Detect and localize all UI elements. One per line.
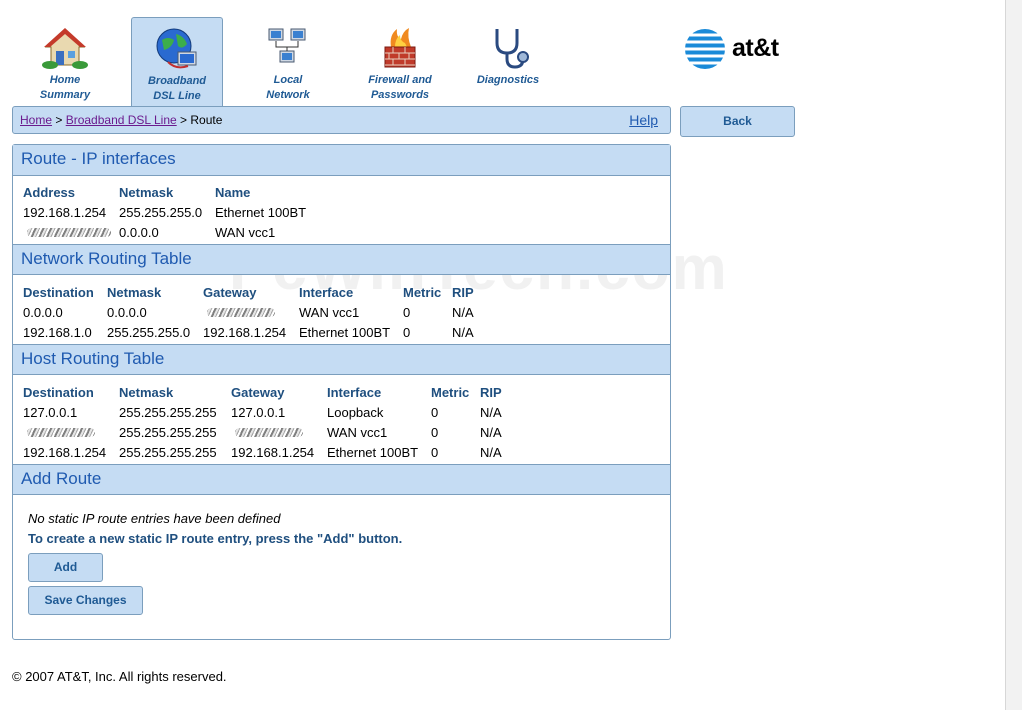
help-link[interactable]: Help: [629, 112, 658, 128]
column-header: Metric: [403, 285, 442, 300]
tab-label-line1: Diagnostics: [476, 74, 540, 86]
house-icon: [42, 28, 88, 69]
column-header: Netmask: [119, 385, 174, 400]
tab-label-line2: Passwords: [370, 89, 430, 101]
interface-cell: Ethernet 100BT: [299, 325, 391, 340]
rip-cell: N/A: [480, 405, 502, 420]
netmask-cell: 255.255.255.255: [119, 445, 217, 460]
column-header: Address: [23, 185, 76, 200]
gateway-cell: 192.168.1.254: [203, 325, 287, 340]
column-header: RIP: [452, 285, 474, 300]
interface-cell: Loopback: [327, 405, 384, 420]
name-cell: Ethernet 100BT: [215, 205, 307, 220]
no-entries-message: No static IP route entries have been def…: [28, 511, 281, 526]
section-title-network-routing: Network Routing Table: [13, 244, 670, 275]
breadcrumb-broadband-link[interactable]: Broadband DSL Line: [66, 113, 177, 127]
interface-cell: WAN vcc1: [299, 305, 360, 320]
network-computers-icon: [268, 28, 306, 63]
interface-cell: Ethernet 100BT: [327, 445, 419, 460]
breadcrumb: Home > Broadband DSL Line > Route Help: [12, 106, 671, 134]
column-header: Destination: [23, 285, 94, 300]
copyright-footer: © 2007 AT&T, Inc. All rights reserved.: [12, 669, 227, 684]
tab-local-network[interactable]: Local Network: [243, 17, 333, 107]
column-header: Gateway: [203, 285, 257, 300]
redacted-gateway: [235, 425, 303, 440]
section-title-host-routing: Host Routing Table: [13, 344, 670, 375]
tab-home-summary[interactable]: Home Summary: [20, 17, 110, 107]
rip-cell: N/A: [480, 445, 502, 460]
tab-label-line1: Local: [273, 74, 303, 86]
netmask-cell: 255.255.255.0: [107, 325, 191, 340]
rip-cell: N/A: [452, 305, 474, 320]
tab-label-line2: Summary: [39, 89, 91, 101]
netmask-cell: 0.0.0.0: [119, 225, 159, 240]
destination-cell: 127.0.0.1: [23, 405, 78, 420]
netmask-cell: 255.255.255.255: [119, 425, 217, 440]
att-logo: at&t: [684, 28, 794, 72]
stethoscope-icon: [495, 29, 529, 69]
column-header: Netmask: [119, 185, 174, 200]
firewall-icon: [384, 28, 416, 68]
redacted-destination: [27, 425, 95, 440]
metric-cell: 0: [403, 305, 411, 320]
route-panel: PcWinTech.com Route - IP interfaces Addr…: [12, 144, 727, 640]
gateway-cell: 127.0.0.1: [231, 405, 286, 420]
tab-label-line1: Home: [49, 74, 81, 86]
netmask-cell: 255.255.255.255: [119, 405, 217, 420]
add-button[interactable]: Add: [28, 553, 103, 582]
destination-cell: 192.168.1.254: [23, 445, 107, 460]
att-logo-text: at&t: [732, 34, 779, 62]
vertical-scrollbar[interactable]: [1005, 0, 1022, 710]
add-instruction-text: To create a new static IP route entry, p…: [28, 531, 403, 546]
column-header: RIP: [480, 385, 502, 400]
column-header: Destination: [23, 385, 94, 400]
metric-cell: 0: [431, 425, 439, 440]
globe-computer-icon: [156, 28, 197, 69]
metric-cell: 0: [431, 445, 439, 460]
interface-cell: WAN vcc1: [327, 425, 388, 440]
column-header: Interface: [327, 385, 382, 400]
redacted-address: [27, 225, 111, 240]
column-header: Metric: [431, 385, 470, 400]
back-button[interactable]: Back: [680, 106, 795, 137]
column-header: Gateway: [231, 385, 285, 400]
name-cell: WAN vcc1: [215, 225, 276, 240]
rip-cell: N/A: [480, 425, 502, 440]
tab-label-line2: DSL Line: [153, 90, 201, 102]
column-header: Name: [215, 185, 251, 200]
tab-firewall-passwords[interactable]: Firewall and Passwords: [348, 17, 452, 107]
tab-label-line1: Firewall and: [368, 74, 432, 86]
metric-cell: 0: [403, 325, 411, 340]
netmask-cell: 255.255.255.0: [119, 205, 203, 220]
tab-label-line2: Network: [266, 89, 310, 101]
netmask-cell: 0.0.0.0: [107, 305, 147, 320]
att-globe-icon: [685, 29, 725, 69]
redacted-gateway: [207, 305, 275, 320]
tab-broadband-dsl-line[interactable]: Broadband DSL Line: [131, 17, 223, 107]
save-changes-button[interactable]: Save Changes: [28, 586, 143, 615]
address-cell: 192.168.1.254: [23, 205, 107, 220]
section-title-add-route: Add Route: [13, 464, 670, 495]
destination-cell: 0.0.0.0: [23, 305, 63, 320]
metric-cell: 0: [431, 405, 439, 420]
tab-diagnostics[interactable]: Diagnostics: [463, 17, 553, 107]
breadcrumb-separator: >: [52, 113, 66, 127]
gateway-cell: 192.168.1.254: [231, 445, 315, 460]
column-header: Netmask: [107, 285, 162, 300]
breadcrumb-separator: >: [176, 113, 191, 127]
rip-cell: N/A: [452, 325, 474, 340]
section-title-ip-interfaces: Route - IP interfaces: [13, 145, 670, 176]
breadcrumb-home-link[interactable]: Home: [20, 113, 52, 127]
column-header: Interface: [299, 285, 354, 300]
tab-label-line1: Broadband: [147, 75, 207, 87]
breadcrumb-current: Route: [190, 113, 223, 127]
destination-cell: 192.168.1.0: [23, 325, 92, 340]
